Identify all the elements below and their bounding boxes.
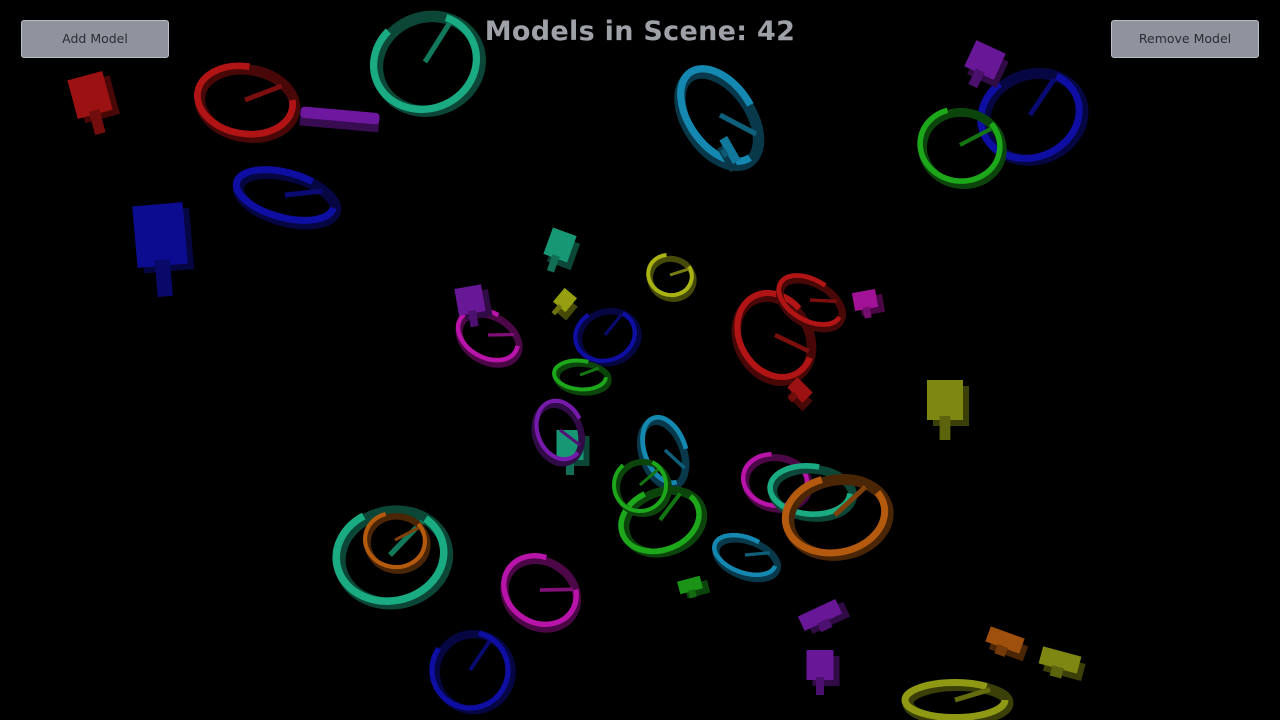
scene-model-orange-slab xyxy=(985,626,1029,662)
remove-model-button[interactable]: Remove Model xyxy=(1111,20,1259,58)
scene-model-cyan-ring xyxy=(674,65,765,172)
scene-model-olive-ring xyxy=(901,679,1014,720)
scene-model-cyan-ring xyxy=(712,532,781,583)
scene-model-purple-slab xyxy=(797,598,851,634)
scene-model-teal-ring xyxy=(369,10,486,117)
scene-model-blue-slab xyxy=(132,202,195,298)
scene-models xyxy=(67,10,1089,720)
scene-model-red-ring xyxy=(731,289,817,386)
add-model-button[interactable]: Add Model xyxy=(21,20,169,58)
scene-model-red-ring xyxy=(776,273,846,333)
scene-model-green-slab xyxy=(677,575,711,599)
scene-model-red-ring xyxy=(194,62,301,143)
scene-model-magenta-ring xyxy=(500,553,582,633)
scene-model-yellow-ring xyxy=(646,252,697,302)
scene-model-purple-slab xyxy=(806,650,840,695)
3d-scene-canvas[interactable] xyxy=(0,0,1280,720)
scene-model-blue-ring xyxy=(232,166,342,230)
scene-model-yellow-slab xyxy=(551,287,578,321)
scene-model-blue-ring xyxy=(429,629,516,715)
scene-model-magenta-slab xyxy=(851,289,886,319)
scene-model-green-ring xyxy=(618,485,708,558)
scene-model-purple-bar xyxy=(299,106,380,133)
scene-model-olive-slab xyxy=(927,380,969,440)
scene-model-olive-slab xyxy=(1038,646,1086,681)
scene-model-teal-slab xyxy=(543,227,581,273)
scene-model-red-slab xyxy=(67,71,120,136)
